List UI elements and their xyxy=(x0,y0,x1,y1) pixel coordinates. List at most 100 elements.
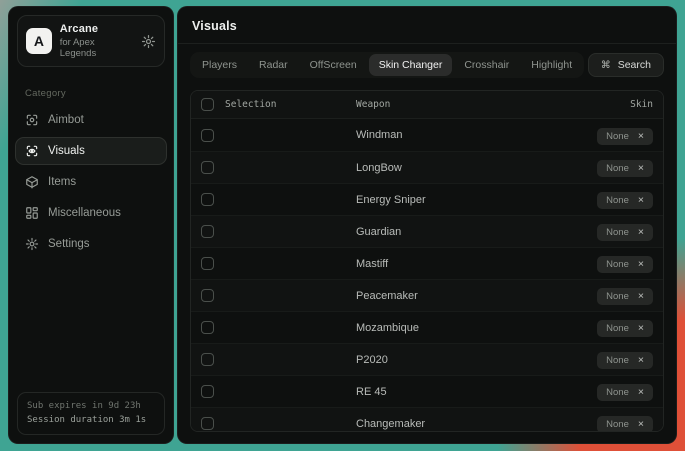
app-name: Arcane xyxy=(60,23,133,35)
gear-icon xyxy=(25,237,39,251)
table-row: P2020 None × xyxy=(191,343,663,375)
skin-value: None xyxy=(606,419,629,430)
weapon-name: Changemaker xyxy=(356,418,597,430)
skin-value: None xyxy=(606,355,629,366)
table-row: RE 45 None × xyxy=(191,375,663,407)
table-row: LongBow None × xyxy=(191,151,663,183)
brand-card: A Arcane for Apex Legends xyxy=(17,15,165,67)
row-checkbox[interactable] xyxy=(201,257,214,270)
table-header-row: Selection Weapon Skin xyxy=(191,91,663,119)
row-checkbox[interactable] xyxy=(201,225,214,238)
tab-players[interactable]: Players xyxy=(192,54,247,76)
search-button[interactable]: ⌘ Search xyxy=(588,53,664,77)
skin-select-pill[interactable]: None × xyxy=(597,224,653,241)
subscription-info: Sub expires in 9d 23h Session duration 3… xyxy=(17,392,165,435)
weapon-name: Peacemaker xyxy=(356,290,597,302)
skin-value: None xyxy=(606,131,629,142)
row-checkbox[interactable] xyxy=(201,385,214,398)
tab-highlight[interactable]: Highlight xyxy=(521,54,582,76)
skin-select-pill[interactable]: None × xyxy=(597,320,653,337)
skin-value: None xyxy=(606,195,629,206)
tab-group: Players Radar OffScreen Skin Changer Cro… xyxy=(190,52,584,78)
close-icon[interactable]: × xyxy=(638,259,644,270)
skin-value: None xyxy=(606,291,629,302)
cube-icon xyxy=(25,175,39,189)
sidebar-item-miscellaneous[interactable]: Miscellaneous xyxy=(15,199,167,227)
sidebar: A Arcane for Apex Legends Category Aimbo… xyxy=(8,6,174,444)
page-title: Visuals xyxy=(192,19,662,33)
row-checkbox[interactable] xyxy=(201,193,214,206)
tab-skin-changer[interactable]: Skin Changer xyxy=(369,54,453,76)
category-label: Category xyxy=(25,88,157,99)
sidebar-item-visuals[interactable]: Visuals xyxy=(15,137,167,165)
skin-value: None xyxy=(606,163,629,174)
close-icon[interactable]: × xyxy=(638,419,644,430)
search-button-label: Search xyxy=(618,59,651,71)
table-body: Windman None × LongBow None × Energy Sni… xyxy=(191,119,663,432)
table-row: Guardian None × xyxy=(191,215,663,247)
toolbar: Players Radar OffScreen Skin Changer Cro… xyxy=(178,44,676,78)
table-row: Energy Sniper None × xyxy=(191,183,663,215)
skin-select-pill[interactable]: None × xyxy=(597,416,653,432)
close-icon[interactable]: × xyxy=(638,131,644,142)
app-logo: A xyxy=(26,28,52,54)
row-checkbox[interactable] xyxy=(201,417,214,430)
eye-scan-icon xyxy=(25,144,39,158)
weapon-name: P2020 xyxy=(356,354,597,366)
row-checkbox[interactable] xyxy=(201,129,214,142)
weapon-name: LongBow xyxy=(356,162,597,174)
skin-table: Selection Weapon Skin Windman None × Lon… xyxy=(190,90,664,432)
row-checkbox[interactable] xyxy=(201,321,214,334)
row-checkbox[interactable] xyxy=(201,353,214,366)
weapon-name: Energy Sniper xyxy=(356,194,597,206)
table-row: Windman None × xyxy=(191,119,663,151)
skin-select-pill[interactable]: None × xyxy=(597,160,653,177)
row-checkbox[interactable] xyxy=(201,161,214,174)
skin-select-pill[interactable]: None × xyxy=(597,384,653,401)
skin-select-pill[interactable]: None × xyxy=(597,192,653,209)
session-duration-text: Session duration 3m 1s xyxy=(27,414,155,428)
weapon-name: Mastiff xyxy=(356,258,597,270)
sidebar-item-label: Settings xyxy=(48,238,90,250)
tab-offscreen[interactable]: OffScreen xyxy=(300,54,367,76)
skin-select-pill[interactable]: None × xyxy=(597,288,653,305)
sidebar-item-label: Aimbot xyxy=(48,114,84,126)
header-selection-cell: Selection xyxy=(201,98,356,111)
close-icon[interactable]: × xyxy=(638,163,644,174)
weapon-column-header: Weapon xyxy=(356,99,630,110)
crosshair-scan-icon xyxy=(25,113,39,127)
brand-meta: Arcane for Apex Legends xyxy=(60,23,133,59)
sidebar-item-aimbot[interactable]: Aimbot xyxy=(15,106,167,134)
sidebar-item-label: Miscellaneous xyxy=(48,207,121,219)
skin-column-header: Skin xyxy=(630,99,653,110)
close-icon[interactable]: × xyxy=(638,355,644,366)
close-icon[interactable]: × xyxy=(638,387,644,398)
gear-icon[interactable] xyxy=(141,34,156,49)
main-panel: Visuals Players Radar OffScreen Skin Cha… xyxy=(177,6,677,444)
select-all-checkbox[interactable] xyxy=(201,98,214,111)
skin-value: None xyxy=(606,323,629,334)
app-subtitle: for Apex Legends xyxy=(60,37,133,59)
skin-value: None xyxy=(606,227,629,238)
close-icon[interactable]: × xyxy=(638,291,644,302)
close-icon[interactable]: × xyxy=(638,227,644,238)
close-icon[interactable]: × xyxy=(638,195,644,206)
sidebar-item-label: Visuals xyxy=(48,145,85,157)
weapon-name: Windman xyxy=(356,129,597,141)
row-checkbox[interactable] xyxy=(201,289,214,302)
command-icon: ⌘ xyxy=(601,60,611,71)
table-row: Peacemaker None × xyxy=(191,279,663,311)
skin-select-pill[interactable]: None × xyxy=(597,352,653,369)
selection-column-header: Selection xyxy=(225,99,276,110)
sidebar-item-settings[interactable]: Settings xyxy=(15,230,167,258)
close-icon[interactable]: × xyxy=(638,323,644,334)
tab-crosshair[interactable]: Crosshair xyxy=(454,54,519,76)
skin-select-pill[interactable]: None × xyxy=(597,256,653,273)
skin-value: None xyxy=(606,259,629,270)
main-header: Visuals xyxy=(178,7,676,44)
table-row: Mozambique None × xyxy=(191,311,663,343)
tab-radar[interactable]: Radar xyxy=(249,54,298,76)
sub-expiry-text: Sub expires in 9d 23h xyxy=(27,400,155,414)
sidebar-item-items[interactable]: Items xyxy=(15,168,167,196)
skin-select-pill[interactable]: None × xyxy=(597,128,653,145)
